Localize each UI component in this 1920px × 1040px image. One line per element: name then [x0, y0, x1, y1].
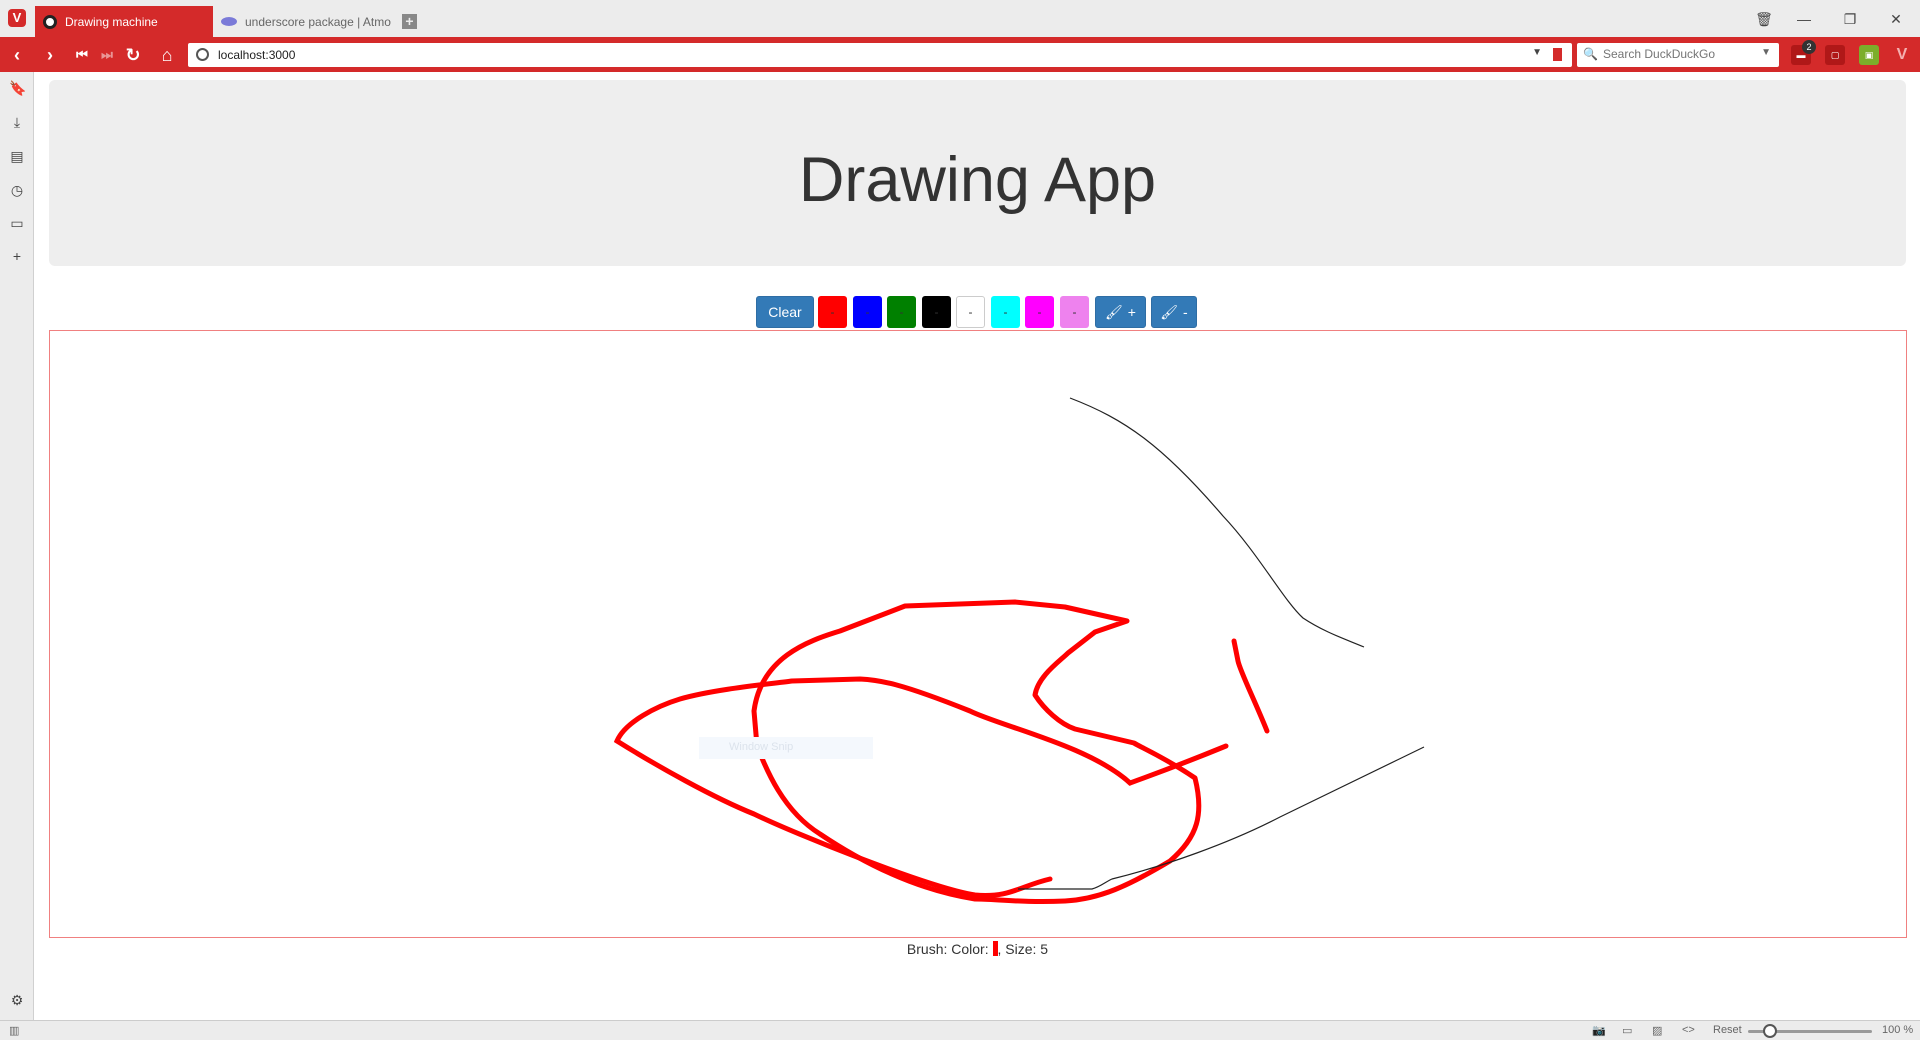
- maximize-button[interactable]: ❐: [1830, 8, 1870, 30]
- bookmarks-icon[interactable]: 🔖: [9, 80, 26, 96]
- vivaldi-v-icon[interactable]: V: [1892, 45, 1912, 65]
- zoom-level: 100 %: [1882, 1024, 1914, 1036]
- color-swatch-red[interactable]: -: [818, 296, 847, 328]
- vivaldi-menu-icon[interactable]: V: [8, 9, 26, 27]
- color-swatch-cyan[interactable]: -: [991, 296, 1020, 328]
- extension-icon[interactable]: ▢: [1825, 45, 1845, 65]
- brush-info-prefix: Brush: Color:: [906, 941, 993, 957]
- brush-plus-label: +: [1127, 304, 1136, 320]
- clear-button[interactable]: Clear: [756, 296, 814, 328]
- history-icon[interactable]: ◷: [9, 182, 25, 198]
- url-text: localhost:3000: [218, 48, 296, 62]
- brush-size-increase-button[interactable]: 🖌 +: [1095, 296, 1146, 328]
- color-swatch-magenta[interactable]: -: [1025, 296, 1054, 328]
- forward-button[interactable]: ›: [39, 44, 61, 66]
- rewind-button[interactable]: ⏮: [71, 44, 93, 66]
- url-field[interactable]: localhost:3000 ▼: [188, 43, 1572, 67]
- history-dropdown-icon[interactable]: ▼: [1532, 47, 1542, 58]
- drawing-canvas[interactable]: Window Snip: [49, 330, 1907, 938]
- status-bar: ▥ 📷 ▭ ▨ <> Reset 100 %: [0, 1020, 1920, 1040]
- window-panel-icon[interactable]: ▭: [9, 215, 25, 231]
- address-toolbar: ‹ › ⏮ ⏭ ↻ ⌂ localhost:3000 ▼ 🔍 ▼ ▬ 2 ▢ ▣…: [0, 37, 1920, 72]
- extension-icon[interactable]: ▣: [1859, 45, 1879, 65]
- color-swatch-white[interactable]: -: [956, 296, 985, 328]
- search-box[interactable]: 🔍 ▼: [1577, 43, 1779, 67]
- brush-minus-label: -: [1183, 304, 1188, 320]
- settings-gear-icon[interactable]: ⚙: [9, 992, 25, 1008]
- side-panel: 🔖 ⤓ ▤ ◷ ▭ + ⚙: [0, 72, 34, 1020]
- home-button[interactable]: ⌂: [156, 44, 178, 66]
- brush-icon: 🖌: [1160, 303, 1179, 320]
- color-swatch-blue[interactable]: -: [853, 296, 882, 328]
- screenshot-icon[interactable]: 📷: [1592, 1024, 1606, 1037]
- window-snip-overlay: Window Snip: [699, 737, 873, 759]
- tab-favicon-icon: [43, 14, 57, 29]
- notification-badge: 2: [1802, 40, 1816, 54]
- red-stroke: [1231, 638, 1270, 734]
- search-engine-dropdown-icon[interactable]: ▼: [1761, 47, 1771, 58]
- web-page: Drawing App Clear - - - - - - - - 🖌 + 🖌 …: [35, 72, 1920, 1020]
- search-icon: 🔍: [1583, 47, 1598, 61]
- reload-button[interactable]: ↻: [122, 44, 144, 66]
- tab-bar: V Drawing machine underscore package | A…: [0, 0, 1920, 37]
- tab-title: underscore package | Atmosphere: [245, 14, 391, 29]
- bookmark-icon[interactable]: [1553, 48, 1562, 61]
- close-window-button[interactable]: ✕: [1876, 8, 1916, 30]
- drawing-strokes: [613, 397, 1425, 905]
- brush-icon: 🖌: [1105, 303, 1123, 320]
- black-stroke: [1018, 746, 1425, 890]
- color-swatch-green[interactable]: -: [887, 296, 916, 328]
- tab-underscore-package[interactable]: underscore package | Atmosphere: [213, 6, 391, 37]
- drawing-toolbar: Clear - - - - - - - - 🖌 + 🖌 -: [35, 296, 1920, 328]
- fast-forward-button[interactable]: ⏭: [96, 44, 118, 66]
- brush-size-decrease-button[interactable]: 🖌 -: [1151, 296, 1197, 328]
- page-tiling-icon[interactable]: ▭: [1622, 1024, 1632, 1037]
- red-stroke: [613, 676, 1229, 898]
- minimize-button[interactable]: —: [1784, 8, 1824, 30]
- add-panel-icon[interactable]: +: [9, 248, 25, 264]
- search-input[interactable]: [1603, 47, 1753, 61]
- tab-drawing-machine[interactable]: Drawing machine: [35, 6, 213, 37]
- panel-toggle-icon[interactable]: ▥: [9, 1024, 19, 1037]
- page-actions-icon[interactable]: <>: [1682, 1024, 1695, 1036]
- image-toggle-icon[interactable]: ▨: [1652, 1024, 1662, 1037]
- brush-info-suffix: , Size: 5: [997, 941, 1049, 957]
- site-info-icon[interactable]: [196, 48, 209, 61]
- back-button[interactable]: ‹: [6, 44, 28, 66]
- notes-icon[interactable]: ▤: [9, 148, 25, 164]
- atmosphere-favicon-icon: [221, 17, 237, 26]
- color-swatch-violet[interactable]: -: [1060, 296, 1089, 328]
- new-tab-button[interactable]: +: [402, 14, 417, 29]
- header-jumbotron: Drawing App: [49, 80, 1906, 266]
- color-swatch-black[interactable]: -: [922, 296, 951, 328]
- brush-status: Brush: Color: , Size: 5: [35, 941, 1920, 957]
- tab-title: Drawing machine: [65, 14, 158, 29]
- downloads-icon[interactable]: ⤓: [9, 114, 25, 130]
- black-stroke: [1069, 397, 1365, 648]
- trash-icon[interactable]: 🗑: [1744, 8, 1784, 30]
- zoom-slider-handle[interactable]: [1763, 1024, 1777, 1038]
- zoom-reset-button[interactable]: Reset: [1713, 1024, 1742, 1036]
- page-title: Drawing App: [798, 145, 1157, 215]
